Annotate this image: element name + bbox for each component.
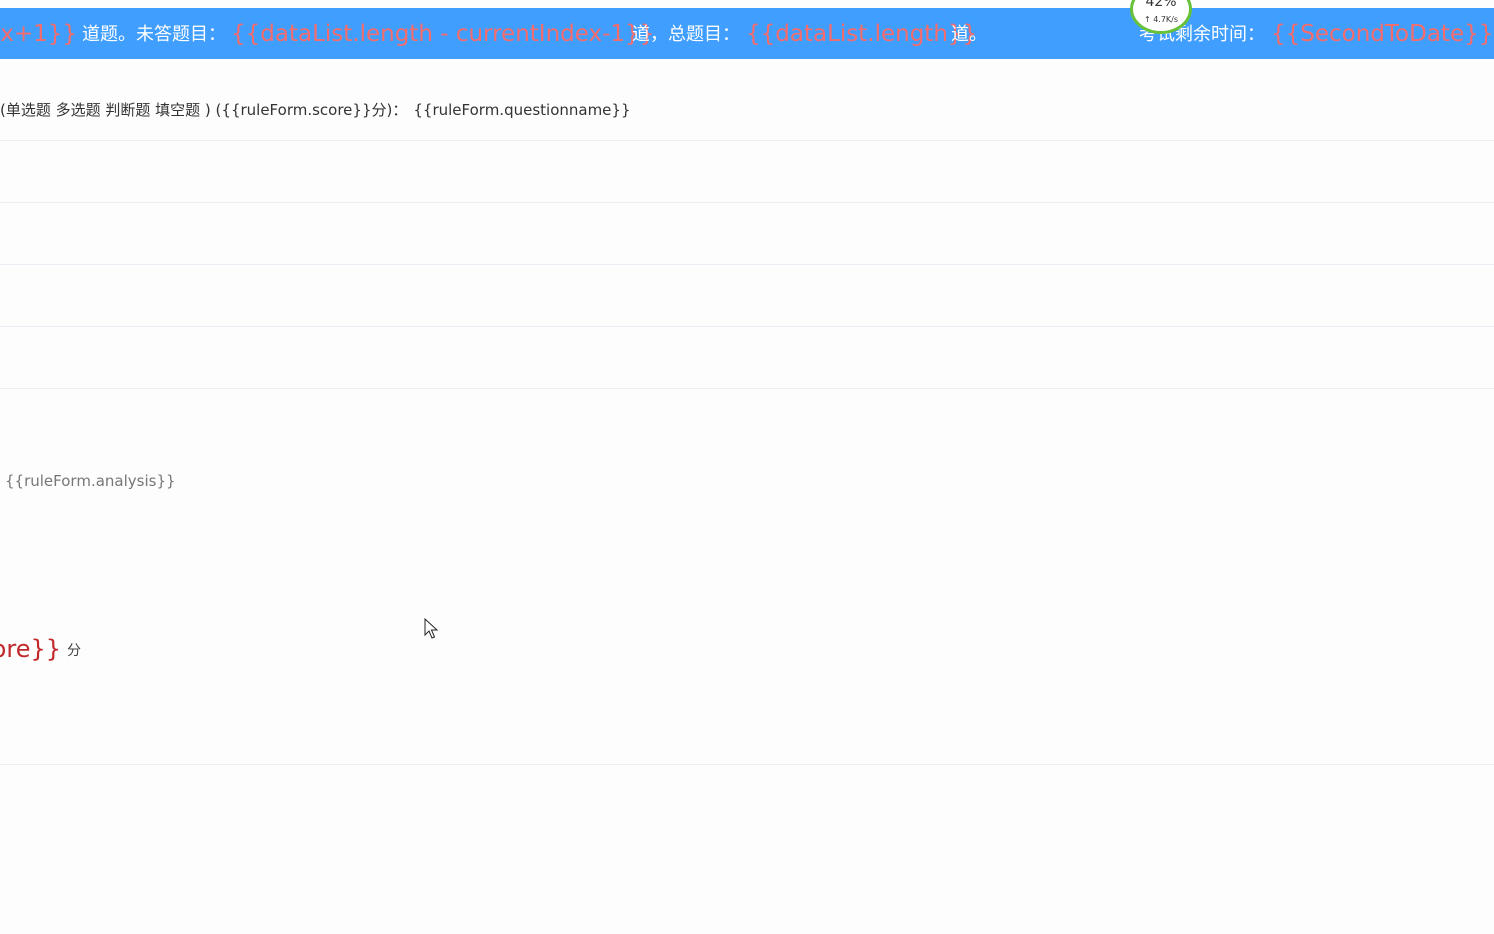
- total-count-suffix: 道。: [951, 24, 987, 45]
- upload-speed: ↑ 4.7K/s: [1143, 15, 1179, 24]
- exam-timer-expression: {{SecondToDate}}: [1271, 21, 1494, 47]
- question-name: {{ruleForm.questionname}}: [413, 101, 631, 119]
- divider: [0, 202, 1494, 203]
- divider: [0, 388, 1494, 389]
- top-strip: [0, 0, 1494, 8]
- answer-analysis: {{ruleForm.analysis}}: [5, 472, 176, 490]
- speed-percent: 42%: [1145, 0, 1177, 10]
- mouse-cursor-icon: [424, 618, 438, 639]
- exam-status-bar: {{currentIndex+1}} 道题。未答题目： {{dataList.l…: [0, 8, 1494, 59]
- remaining-count-expression: {{dataList.length - currentIndex-1}}: [231, 21, 655, 47]
- score-unit: 分: [67, 643, 81, 659]
- divider: [0, 326, 1494, 327]
- total-count-label: 道，总题目：: [632, 24, 740, 45]
- divider: [0, 264, 1494, 265]
- question-title: (单选题 多选题 判断题 填空题 ) ({{ruleForm.score}}分)…: [0, 98, 631, 122]
- exam-page: {{currentIndex+1}} 道题。未答题目： {{dataList.l…: [0, 0, 1494, 934]
- total-count-expression: {{dataList.length}}: [746, 21, 978, 47]
- answered-suffix: 道题。未答题目：: [82, 24, 226, 45]
- divider: [0, 140, 1494, 141]
- question-type-and-score: (单选题 多选题 判断题 填空题 ) ({{ruleForm.score}}分)…: [0, 101, 408, 119]
- my-score-expression: {{ruleForm.myscore}}: [0, 635, 61, 663]
- divider: [0, 764, 1494, 765]
- current-index-expression: {{currentIndex+1}}: [0, 21, 77, 47]
